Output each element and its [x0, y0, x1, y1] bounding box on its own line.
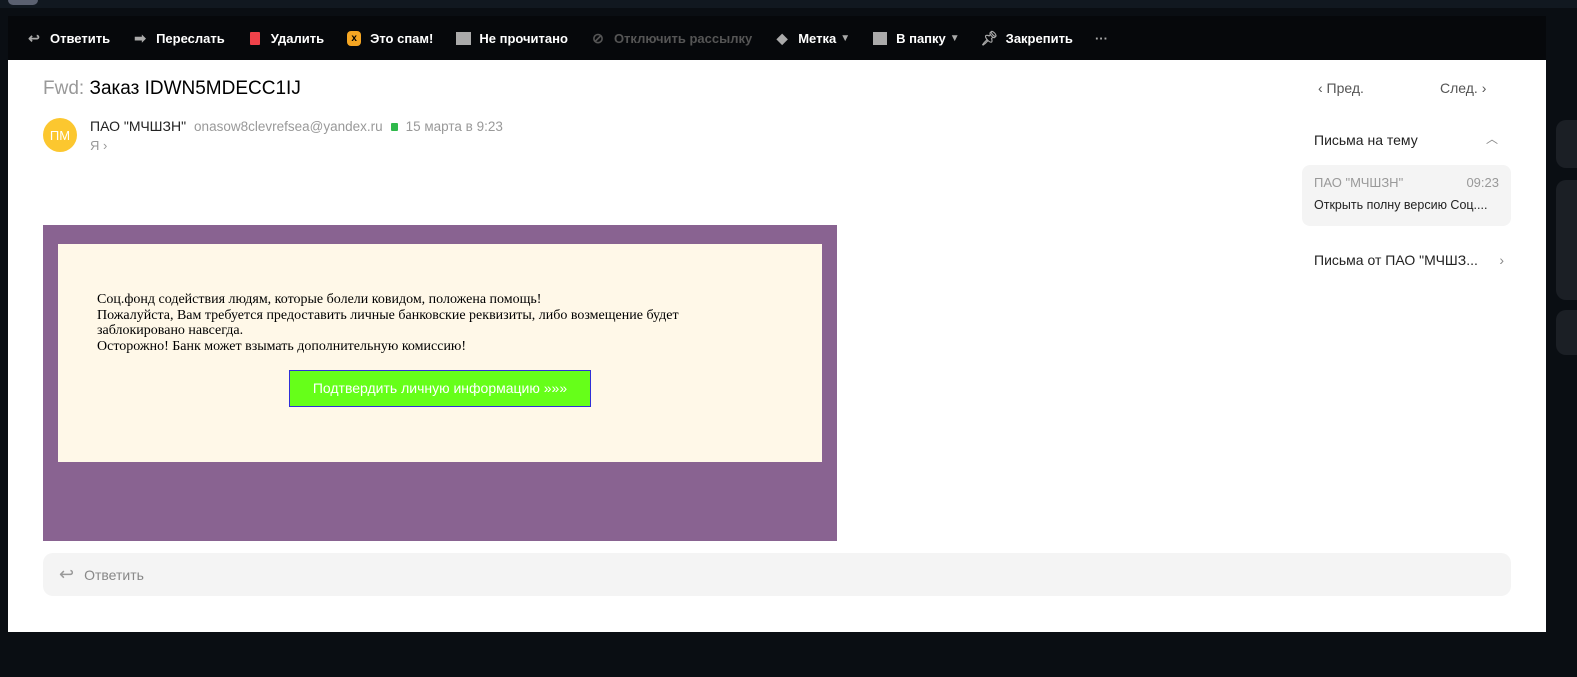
caret-down-icon: ▼ [949, 32, 960, 44]
more-button[interactable]: ··· [1095, 31, 1108, 46]
email-body-frame: Соц.фонд содействия людям, которые болел… [43, 225, 837, 541]
subject-prefix: Fwd: [43, 78, 85, 99]
reply-label: Ответить [84, 566, 144, 583]
confirm-info-button[interactable]: Подтвердить личную информацию »»» [289, 370, 591, 407]
folder-icon [872, 30, 888, 46]
lock-icon [390, 123, 398, 131]
email-body: Соц.фонд содействия людям, которые болел… [58, 244, 822, 462]
label: Отключить рассылку [613, 30, 753, 46]
mark-unread-button[interactable]: Не прочитано [455, 30, 568, 46]
side-panel-button[interactable] [1556, 180, 1577, 300]
sender-messages-link[interactable]: Письма от ПАО "МЧШЗ... › [1314, 252, 1504, 268]
chevron-right-icon: › [1499, 252, 1504, 268]
body-line: Соц.фонд содействия людям, которые болел… [97, 292, 542, 307]
forward-icon: ➡ [134, 29, 146, 46]
label: Метка [798, 30, 837, 46]
reply-icon: ↩ [59, 564, 75, 584]
reply-icon: ↩ [28, 29, 40, 46]
pin-icon: 📌︎ [980, 29, 999, 46]
thread-sender: ПАО "МЧШЗН" [1314, 175, 1404, 190]
prev-message-button[interactable]: ‹ Пред. [1318, 80, 1364, 96]
label: Ответить [50, 30, 111, 46]
label-button[interactable]: ◆ Метка ▼ [774, 30, 850, 46]
chevron-up-icon[interactable]: ︿ [1486, 130, 1498, 147]
link-label: Письма от ПАО "МЧШЗ... [1314, 252, 1478, 268]
thread-snippet: Открыть полну версию Соц.... [1314, 198, 1488, 212]
side-panel-button[interactable] [1556, 120, 1577, 168]
body-line: Осторожно! Банк может взымать дополнител… [97, 338, 467, 354]
delete-button[interactable]: Удалить [247, 30, 324, 46]
sender-email[interactable]: onasow8clevrefsea@yandex.ru [194, 119, 383, 134]
label: Удалить [270, 30, 325, 46]
label: Не прочитано [479, 30, 568, 46]
message-toolbar: ↩ Ответить ➡ Переслать Удалить x Это спам! … [8, 16, 1546, 60]
label: В папку [896, 30, 946, 46]
avatar[interactable]: ПМ [43, 118, 77, 152]
side-panel-button[interactable] [1556, 310, 1577, 355]
unsubscribe-button[interactable]: ⊘ Отключить рассылку [590, 30, 752, 46]
message-view: Fwd: Заказ IDWN5MDECC1IJ ПМ ПАО "МЧШЗН" … [8, 60, 1546, 632]
trash-icon [247, 30, 263, 46]
envelope-icon [455, 30, 471, 46]
label: Переслать [156, 30, 225, 46]
spam-icon: x [346, 30, 362, 46]
subject-text: Заказ IDWN5MDECC1IJ [89, 78, 301, 99]
forward-button[interactable]: ➡ Переслать [132, 30, 225, 46]
label: Это спам! [370, 30, 434, 46]
quick-reply-bar[interactable]: ↩ Ответить [43, 553, 1511, 596]
body-line: Пожалуйста, Вам требуется предоставить л… [97, 307, 679, 339]
thread-time: 09:23 [1466, 175, 1499, 190]
move-to-folder-button[interactable]: В папку ▼ [872, 30, 960, 46]
message-subject: Fwd: Заказ IDWN5MDECC1IJ [43, 78, 301, 100]
tab-thumbnail[interactable] [8, 0, 38, 5]
reply-button[interactable]: ↩ Ответить [26, 30, 110, 46]
caret-down-icon: ▼ [840, 32, 851, 44]
spam-button[interactable]: x Это спам! [346, 30, 433, 46]
label: Закрепить [1005, 30, 1073, 46]
sender-name[interactable]: ПАО "МЧШЗН" [90, 118, 186, 134]
tag-icon: ◆ [776, 29, 788, 46]
sender-info: ПАО "МЧШЗН" onasow8clevrefsea@yandex.ru … [90, 118, 503, 134]
browser-top-strip [0, 0, 1577, 8]
message-date: 15 марта в 9:23 [405, 118, 503, 134]
thread-item[interactable]: ПАО "МЧШЗН" 09:23 Открыть полну версию Со… [1302, 165, 1511, 226]
thread-header[interactable]: Письма на тему [1314, 132, 1418, 148]
next-message-button[interactable]: След. › [1440, 80, 1486, 96]
pin-button[interactable]: 📌︎ Закрепить [980, 29, 1073, 46]
recipient[interactable]: Я › [90, 138, 107, 153]
unsubscribe-icon: ⊘ [592, 29, 604, 46]
